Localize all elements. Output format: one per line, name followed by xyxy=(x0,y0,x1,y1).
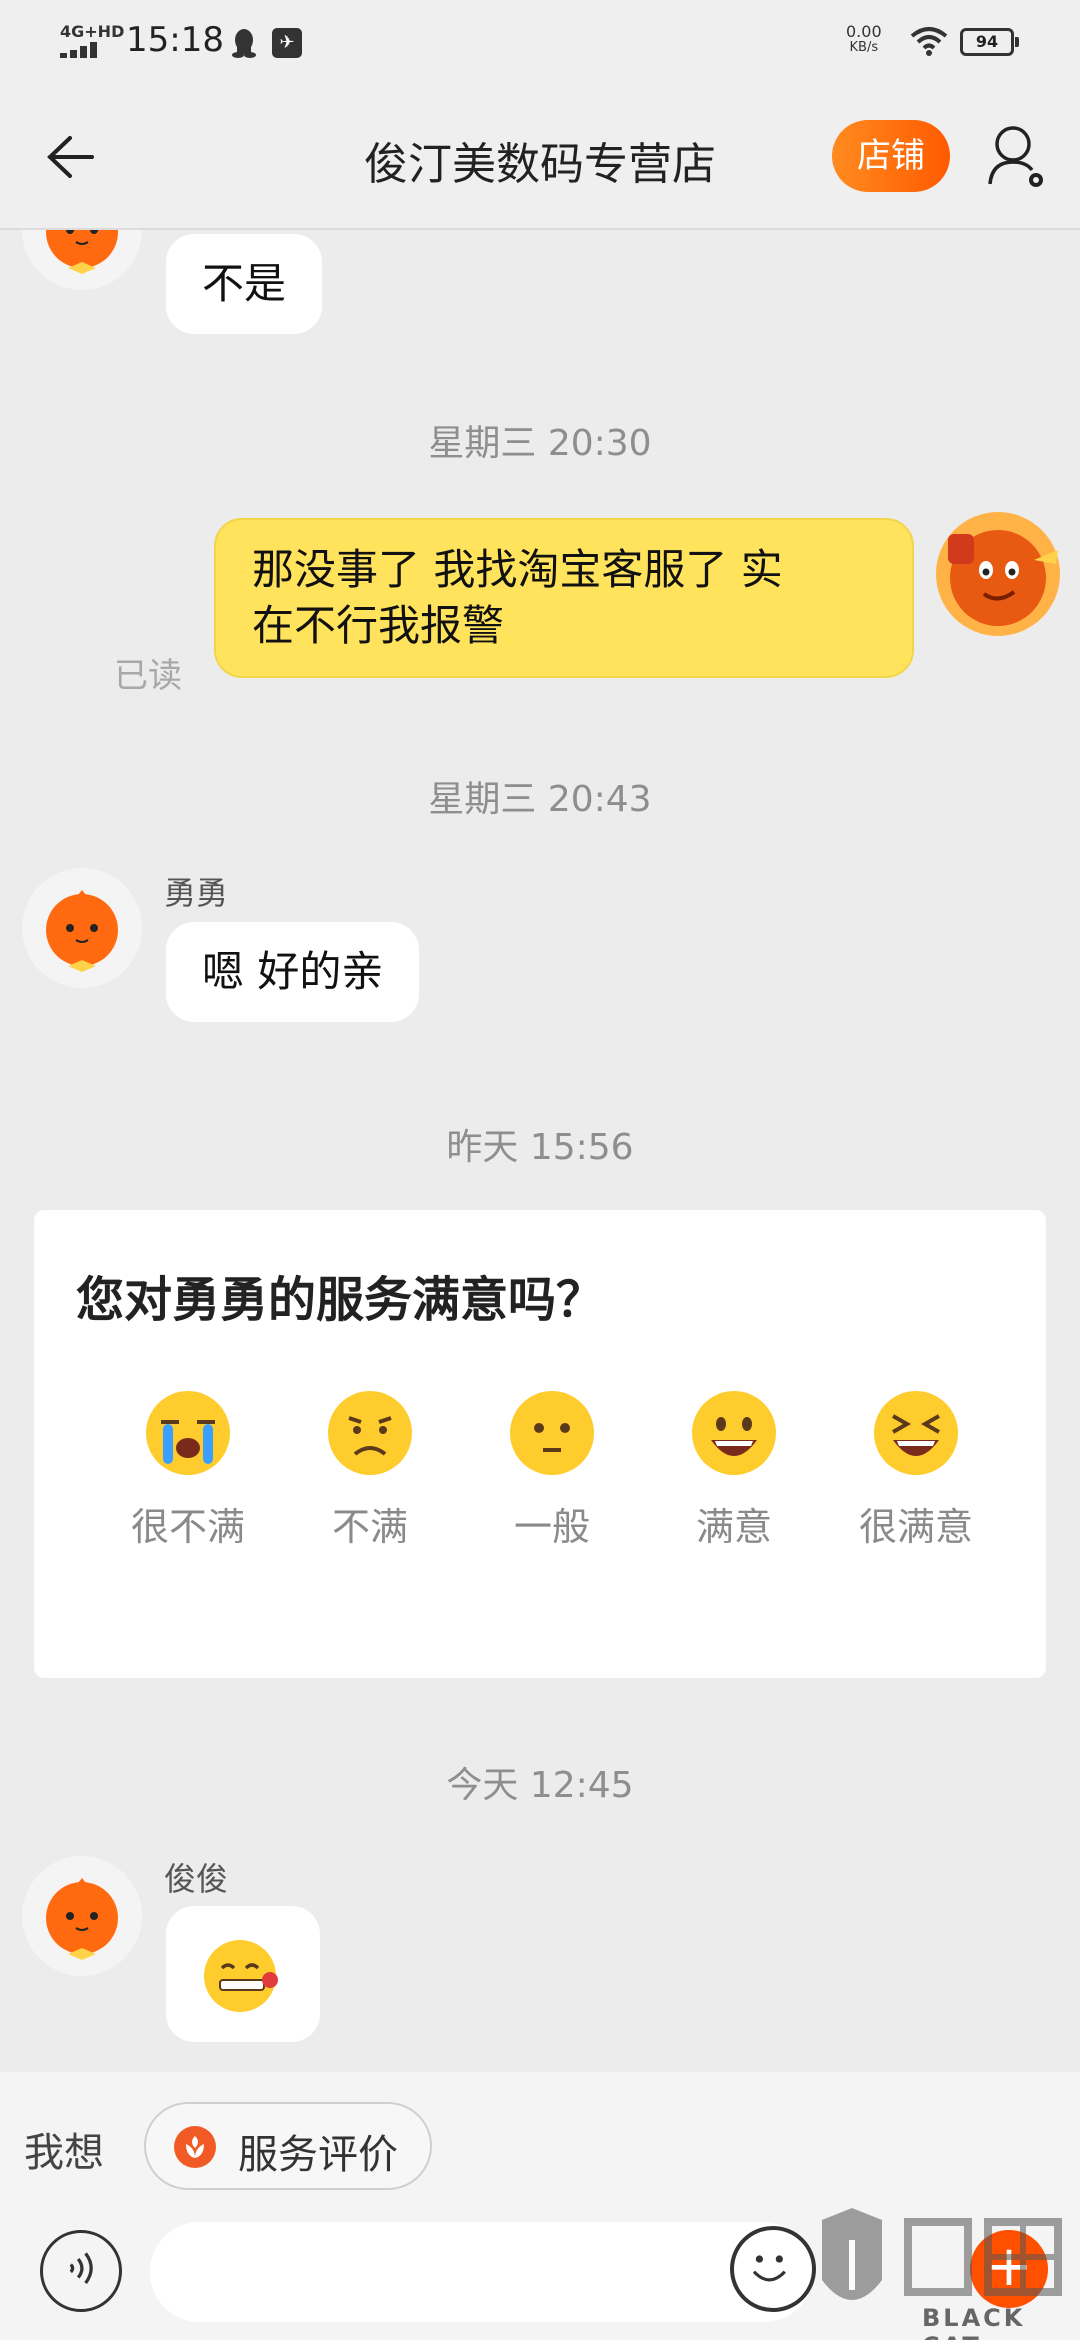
user-settings-icon[interactable] xyxy=(986,122,1048,190)
avatar[interactable] xyxy=(22,868,142,988)
flower-icon xyxy=(174,2126,216,2168)
frowning-face-icon xyxy=(328,1391,412,1475)
shop-button[interactable]: 店铺 xyxy=(832,120,950,192)
message-bubble[interactable]: 不是 xyxy=(166,234,323,334)
rating-option-label: 很不满 xyxy=(130,1505,245,1549)
sender-name: 俊俊 xyxy=(164,1860,229,1898)
sticker-bubble[interactable] xyxy=(166,1906,320,2042)
my-message-bubble[interactable]: 那没事了 我找淘宝客服了 实 在不行我报警 xyxy=(214,518,914,678)
rating-option-label: 一般 xyxy=(513,1505,590,1549)
rating-question: 您对勇勇的服务满意吗？ xyxy=(76,1272,605,1328)
avatar[interactable] xyxy=(22,230,142,290)
smiling-face-icon xyxy=(692,1391,776,1475)
emoji-icon[interactable] xyxy=(730,2226,816,2312)
message-timestamp: 星期三 20:30 xyxy=(428,423,652,464)
qq-penguin-icon xyxy=(232,29,256,58)
read-receipt: 已读 xyxy=(114,656,182,696)
rating-option-satisfied[interactable]: 满意 xyxy=(644,1388,824,1588)
message-input[interactable] xyxy=(150,2222,814,2322)
speed-unit: KB/s xyxy=(849,40,879,55)
message-line: 在不行我报警 xyxy=(252,601,505,650)
message-line: 那没事了 我找淘宝客服了 实 xyxy=(252,545,783,594)
status-bar: 4G+HD 15:18 ✈ 0.00 KB/s 94 xyxy=(0,0,1080,84)
service-review-chip[interactable]: 服务评价 xyxy=(144,2102,432,2190)
rating-option-neutral[interactable]: 一般 xyxy=(462,1388,642,1588)
mascot-avatar-icon xyxy=(46,890,118,972)
rating-option-very-dissatisfied[interactable]: 很不满 xyxy=(98,1388,278,1588)
avatar[interactable] xyxy=(22,1856,142,1976)
watermark-text: BLACK CAT xyxy=(922,2304,1026,2340)
mascot-avatar-icon xyxy=(46,1878,118,1960)
black-cat-watermark: BLACK CAT xyxy=(812,2200,1080,2340)
blowing-kiss-emoji xyxy=(204,1940,278,2012)
my-avatar-icon xyxy=(936,512,1060,636)
signal-icon xyxy=(60,42,104,58)
laughing-face-icon xyxy=(874,1391,958,1475)
sender-name: 勇勇 xyxy=(164,874,229,912)
crying-face-icon xyxy=(146,1391,230,1475)
wifi-icon xyxy=(910,27,948,56)
rating-option-label: 满意 xyxy=(695,1505,772,1549)
chat-header: 俊汀美数码专营店 店铺 xyxy=(0,84,1080,230)
network-indicator: 4G+HD xyxy=(60,22,125,41)
network-speed: 0.00 KB/s xyxy=(846,24,882,56)
rating-option-label: 不满 xyxy=(331,1505,408,1549)
clock: 15:18 xyxy=(126,20,224,60)
quick-action-label: 我想 xyxy=(24,2130,104,2176)
neutral-face-icon xyxy=(510,1391,594,1475)
voice-input-icon[interactable] xyxy=(40,2230,122,2312)
chat-message-list[interactable]: 不是 星期三 20:30 已读 那没事了 我找淘宝客服了 实 在不行我报警 星期… xyxy=(0,230,1080,2068)
rating-option-dissatisfied[interactable]: 不满 xyxy=(280,1388,460,1588)
message-notification-icon: ✈ xyxy=(272,28,302,58)
rating-option-label: 很满意 xyxy=(858,1505,973,1549)
rating-option-very-satisfied[interactable]: 很满意 xyxy=(826,1388,1006,1588)
message-timestamp: 昨天 15:56 xyxy=(446,1127,634,1168)
service-rating-card: 您对勇勇的服务满意吗？ 很不满 不满 一般 满意 很满意 xyxy=(34,1210,1046,1678)
message-timestamp: 今天 12:45 xyxy=(446,1765,634,1806)
battery-icon: 94 xyxy=(960,28,1019,56)
message-bubble[interactable]: 嗯 好的亲 xyxy=(166,922,420,1022)
service-review-label: 服务评价 xyxy=(238,2132,398,2178)
mascot-avatar-icon xyxy=(46,230,118,274)
speed-value: 0.00 xyxy=(846,22,882,41)
message-timestamp: 星期三 20:43 xyxy=(428,779,652,820)
my-avatar[interactable] xyxy=(928,504,1068,644)
